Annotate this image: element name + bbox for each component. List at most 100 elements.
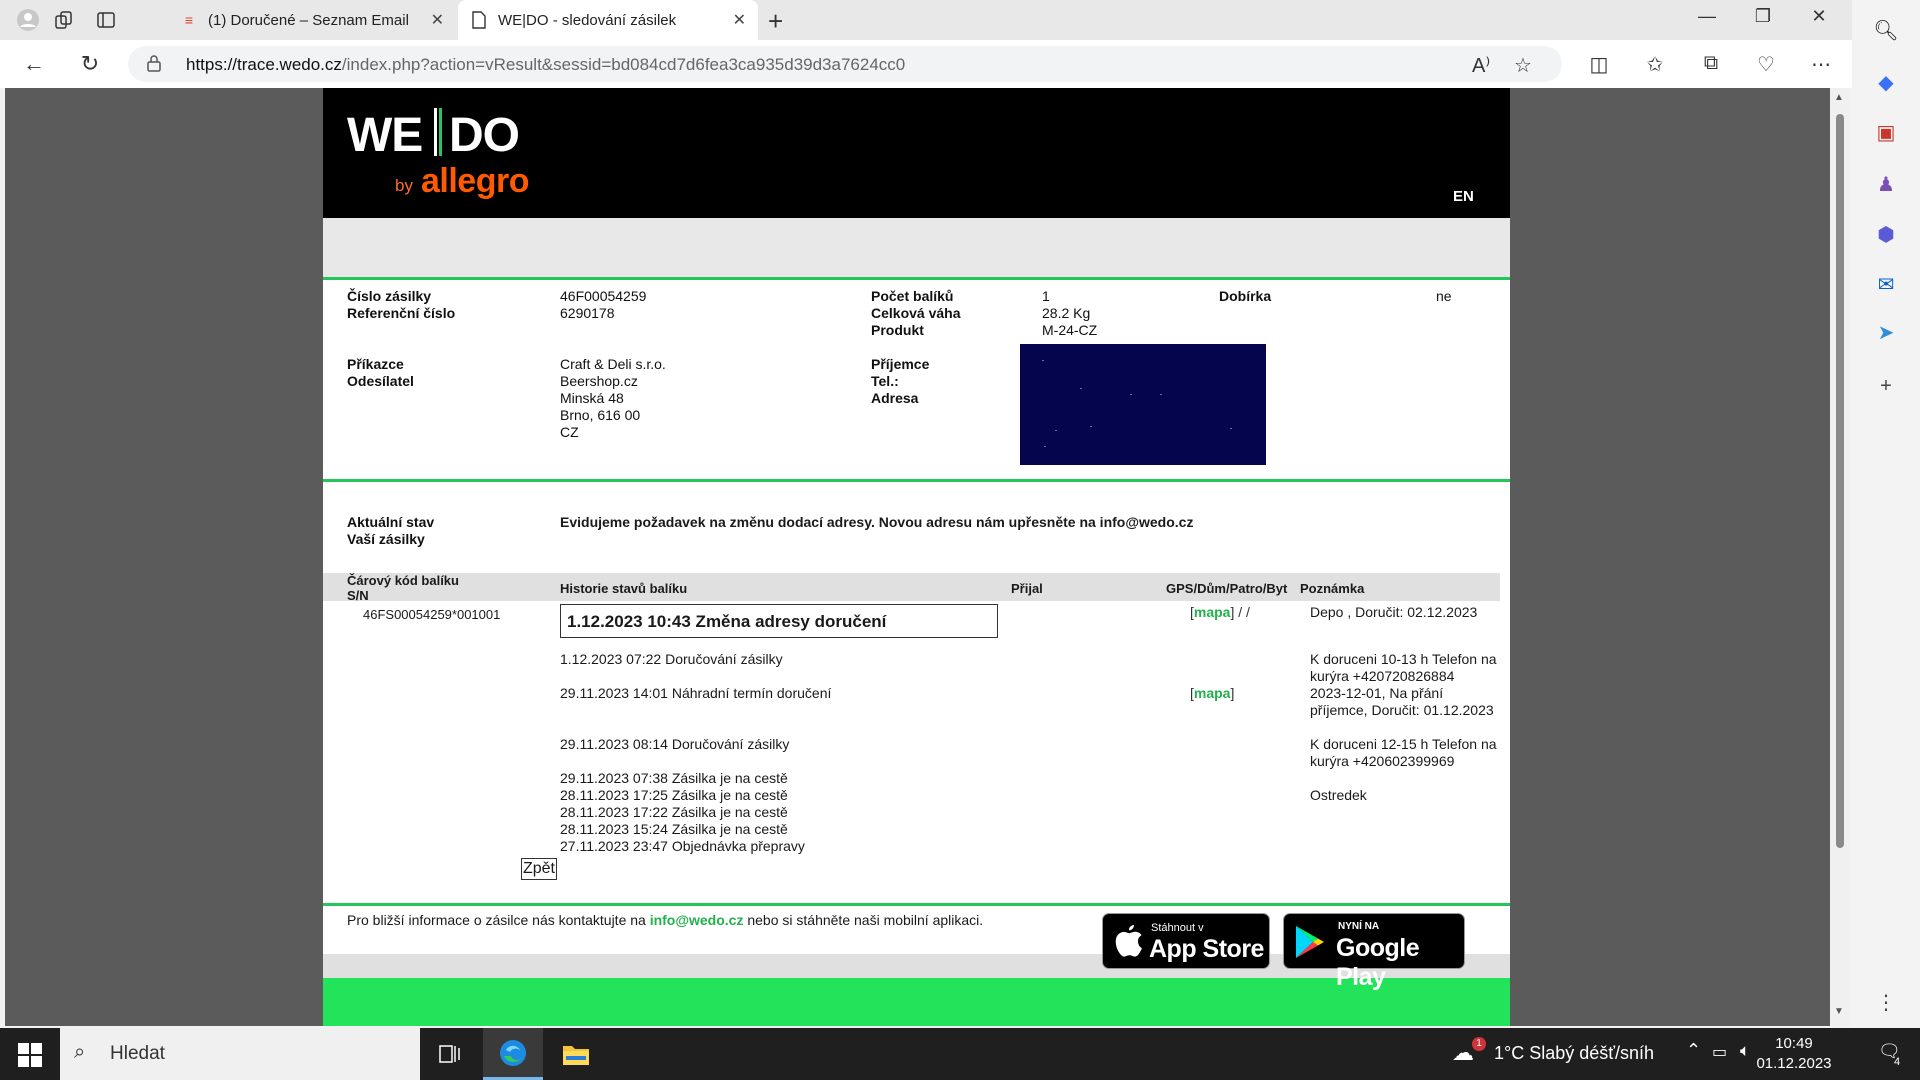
vaha-label: Celková váha xyxy=(871,305,961,321)
battery-icon[interactable]: ▭ xyxy=(1712,1042,1727,1062)
status-message: Evidujeme požadavek na změnu dodací adre… xyxy=(560,514,1194,530)
status-label: Vaší zásilky xyxy=(347,531,425,547)
notification-count: 4 xyxy=(1894,1056,1901,1068)
map-link[interactable]: mapa xyxy=(1194,604,1231,620)
clock-date: 01.12.2023 xyxy=(1756,1055,1832,1072)
footer-text: nebo si stáhněte naši mobilní aplikaci. xyxy=(743,912,984,928)
divider xyxy=(323,277,1510,280)
google-play-button[interactable]: NYNÍ NA Google Play xyxy=(1283,913,1465,991)
weather-text[interactable]: 1°C Slabý déšť/sníh xyxy=(1494,1043,1654,1064)
lock-icon xyxy=(146,54,162,72)
read-aloud-icon[interactable]: A⁾ xyxy=(1472,53,1490,78)
gps-cell: [mapa] / / xyxy=(1190,604,1250,620)
clock[interactable]: 10:49 01.12.2023 xyxy=(1754,1034,1834,1074)
odesilatel-label: Odesílatel xyxy=(347,373,414,389)
tab-title: WE|DO - sledování zásilek xyxy=(498,11,677,29)
col-sn: S/N xyxy=(347,588,369,603)
history-event: 1.12.2023 07:22 Doručování zásilky xyxy=(560,651,783,667)
url-text[interactable]: https://trace.wedo.cz/index.php?action=v… xyxy=(186,55,905,75)
tab-title: (1) Doručené – Seznam Email xyxy=(208,11,409,29)
search-placeholder: Hledat xyxy=(110,1043,165,1064)
sender-line: Minská 48 xyxy=(560,390,624,406)
taskbar-search[interactable]: ⌕ Hledat xyxy=(60,1028,420,1080)
weather-icon[interactable]: ☁ xyxy=(1452,1040,1474,1066)
col-prijal: Přijal xyxy=(1011,581,1043,596)
app-store-button[interactable]: Stáhnout v App Store xyxy=(1102,913,1270,969)
gplay-small-text: NYNÍ NA xyxy=(1338,921,1380,932)
tel-label: Tel.: xyxy=(871,373,899,389)
history-event: 28.11.2023 15:24 Zásilka je na cestě xyxy=(560,821,788,837)
scrollbar-thumb[interactable] xyxy=(1836,114,1844,848)
redacted-recipient xyxy=(1020,344,1266,465)
gps-cell: [mapa] xyxy=(1190,685,1235,701)
scroll-up-icon[interactable]: ▲ xyxy=(1834,92,1844,103)
col-barcode: Čárový kód balíku xyxy=(347,573,459,588)
history-event: 29.11.2023 07:38 Zásilka je na cestě xyxy=(560,770,788,786)
barcode-value: 46FS00054259*001001 xyxy=(363,607,501,622)
footer-email-link[interactable]: info@wedo.cz xyxy=(650,912,744,928)
add-sidebar-icon[interactable]: + xyxy=(1872,372,1900,400)
note-cell: Ostredek xyxy=(1310,787,1367,803)
footer-contact: Pro bližší informace o zásilce nás konta… xyxy=(347,912,983,928)
drop-icon[interactable]: ➤ xyxy=(1872,318,1900,346)
favorite-star-icon[interactable]: ☆ xyxy=(1514,53,1532,78)
scroll-down-icon[interactable]: ▼ xyxy=(1834,1006,1844,1017)
logo-we: WE xyxy=(347,109,423,162)
highlight-event-text: 1.12.2023 10:43 Změna adresy doručení xyxy=(567,612,887,631)
office-icon[interactable]: ⬢ xyxy=(1872,220,1900,248)
tray-chevron-icon[interactable]: ⌃ xyxy=(1686,1040,1701,1061)
cislo-label: Číslo zásilky xyxy=(347,288,432,304)
history-event: 27.11.2023 23:47 Objednávka přepravy xyxy=(560,838,805,854)
shopping-tag-icon[interactable]: ◆ xyxy=(1872,68,1900,96)
refresh-icon[interactable]: ↻ xyxy=(76,50,104,78)
games-icon[interactable]: ♟ xyxy=(1872,170,1900,198)
map-link[interactable]: mapa xyxy=(1194,685,1231,701)
history-event: 28.11.2023 17:25 Zásilka je na cestě xyxy=(560,787,788,803)
volume-icon[interactable]: 🔈︎ xyxy=(1740,1041,1750,1061)
minimize-icon[interactable]: — xyxy=(1684,6,1730,27)
tab-actions-icon[interactable] xyxy=(94,8,118,32)
tab-wedo[interactable]: WE|DO - sledování zásilek ✕ xyxy=(458,0,758,40)
tab-seznam-email[interactable]: ≡ (1) Doručené – Seznam Email ✕ xyxy=(168,0,458,40)
restore-icon[interactable]: ❐ xyxy=(1740,6,1786,27)
tools-icon[interactable]: ▣ xyxy=(1872,118,1900,146)
sender-line: Beershop.cz xyxy=(560,373,638,389)
edge-taskbar-icon[interactable] xyxy=(483,1028,543,1080)
windows-taskbar: ⌕ Hledat ☁ 1 1°C Slabý déšť/sníh ⌃ ▭ 🔈︎ … xyxy=(0,1028,1920,1080)
profile-icon[interactable] xyxy=(16,8,40,32)
browser-essentials-icon[interactable]: ♡ xyxy=(1753,52,1779,77)
windows-start-icon[interactable] xyxy=(18,1043,42,1067)
new-tab-icon[interactable]: + xyxy=(768,6,783,37)
tracking-page: WE DO by allegro EN Číslo zásilky 46F000… xyxy=(323,88,1510,1026)
header-band xyxy=(323,218,1510,278)
address-bar[interactable]: https://trace.wedo.cz/index.php?action=v… xyxy=(128,46,1562,82)
history-table-header: Čárový kód balíku S/N Historie stavů bal… xyxy=(323,573,1500,603)
close-tab-icon[interactable]: ✕ xyxy=(431,10,444,30)
back-arrow-icon[interactable]: ← xyxy=(20,50,48,78)
appstore-big-text: App Store xyxy=(1149,935,1264,963)
footer-text: Pro bližší informace o zásilce nás konta… xyxy=(347,912,650,928)
language-switch-en[interactable]: EN xyxy=(1453,188,1474,205)
file-explorer-icon[interactable] xyxy=(546,1028,606,1080)
split-screen-icon[interactable]: ◫ xyxy=(1586,52,1612,77)
sidebar-settings-icon[interactable]: ⋮ xyxy=(1872,988,1900,1016)
close-tab-icon[interactable]: ✕ xyxy=(733,10,746,30)
divider xyxy=(323,903,1510,906)
collections-icon[interactable] xyxy=(52,8,76,32)
collections-toolbar-icon[interactable]: ⧉ xyxy=(1698,52,1724,75)
logo-separator xyxy=(434,108,442,156)
more-menu-icon[interactable]: ⋯ xyxy=(1808,52,1834,77)
note-cell: Depo , Doručit: 02.12.2023 xyxy=(1310,604,1478,620)
outlook-icon[interactable]: ✉ xyxy=(1872,270,1900,298)
col-gps: GPS/Dům/Patro/Byt xyxy=(1166,581,1288,596)
close-window-icon[interactable]: ✕ xyxy=(1796,6,1842,27)
task-view-icon[interactable] xyxy=(420,1028,480,1080)
search-icon: ⌕ xyxy=(74,1041,86,1063)
page-scrollbar[interactable]: ▲ ▼ xyxy=(1830,88,1850,1026)
tab-bar: ≡ (1) Doručené – Seznam Email ✕ WE|DO - … xyxy=(0,0,1920,40)
favorites-icon[interactable]: ✩ xyxy=(1642,52,1668,77)
back-button[interactable]: Zpět xyxy=(521,858,557,880)
divider xyxy=(323,479,1510,482)
search-icon[interactable]: 🔍︎ xyxy=(1872,16,1900,44)
history-event: 29.11.2023 14:01 Náhradní termín doručen… xyxy=(560,685,832,701)
